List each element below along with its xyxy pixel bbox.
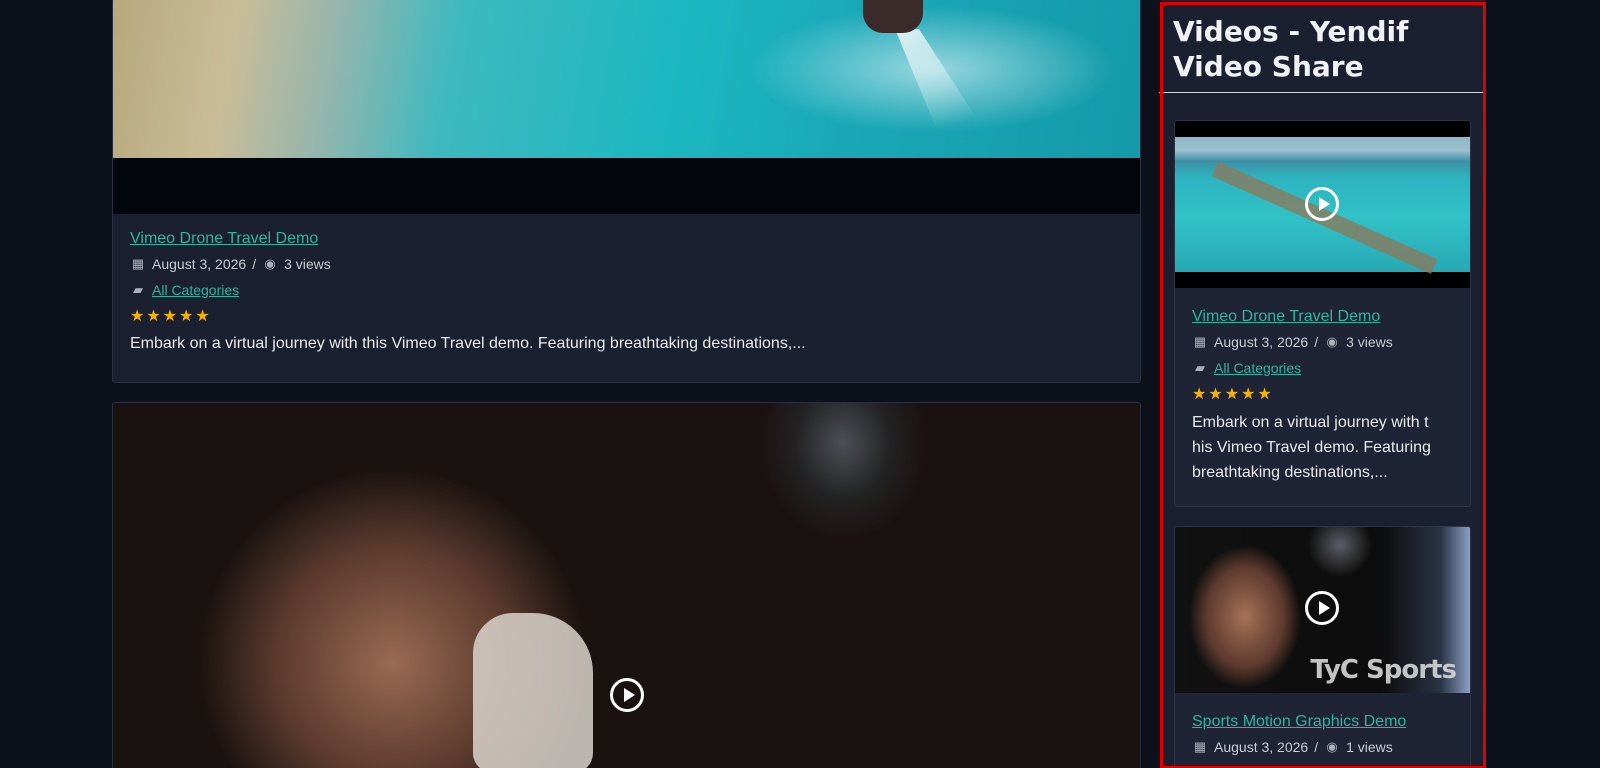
- video-title-link[interactable]: Vimeo Drone Travel Demo: [130, 230, 318, 248]
- sidebar-title-divider: [1159, 92, 1485, 93]
- play-icon[interactable]: [610, 678, 644, 712]
- play-icon[interactable]: [1305, 591, 1339, 625]
- sidebar-video-title-link[interactable]: Vimeo Drone Travel Demo: [1192, 308, 1380, 326]
- category-link[interactable]: All Categories: [152, 282, 239, 298]
- calendar-icon: ▦: [131, 256, 145, 271]
- boat-graphic: [863, 0, 923, 33]
- video-meta: ▦ August 3, 2026 / ◉ 3 views: [130, 254, 1123, 274]
- calendar-icon: ▦: [1193, 334, 1207, 349]
- sidebar-module-title: Videos - Yendif Video Share: [1173, 15, 1409, 83]
- eye-icon: ◉: [1326, 739, 1338, 754]
- video-description: Embark on a virtual journey with this Vi…: [130, 335, 806, 352]
- sidebar-video-card: Vimeo Drone Travel Demo ▦ August 3, 2026…: [1174, 120, 1471, 507]
- video-thumbnail[interactable]: [113, 0, 1140, 214]
- video-category-row: ▰ All Categories: [1192, 358, 1453, 378]
- video-card: [112, 402, 1141, 768]
- rating-stars: ★★★★★: [130, 308, 212, 325]
- tyc-sports-watermark: TyC Sports: [1310, 655, 1457, 685]
- meta-separator: /: [1314, 334, 1319, 350]
- sidebar-video-body: Sports Motion Graphics Demo ▦ August 3, …: [1175, 693, 1470, 757]
- video-letterbox-bar: [113, 158, 1140, 214]
- meta-separator: /: [252, 256, 257, 272]
- sidebar-video-card: TyC Sports Sports Motion Graphics Demo ▦…: [1174, 526, 1471, 768]
- rating-stars: ★★★★★: [1192, 386, 1274, 403]
- calendar-icon: ▦: [1193, 739, 1207, 754]
- video-card: Vimeo Drone Travel Demo ▦ August 3, 2026…: [112, 0, 1141, 383]
- sidebar-video-body: Vimeo Drone Travel Demo ▦ August 3, 2026…: [1175, 288, 1470, 485]
- video-card-body: Vimeo Drone Travel Demo ▦ August 3, 2026…: [113, 214, 1140, 356]
- eye-icon: ◉: [1326, 334, 1338, 349]
- video-date: August 3, 2026: [152, 256, 247, 272]
- video-thumbnail[interactable]: [113, 403, 1140, 768]
- boxer-hand-wrap-graphic: [473, 613, 593, 768]
- page: Vimeo Drone Travel Demo ▦ August 3, 2026…: [0, 0, 1600, 768]
- folder-icon: ▰: [1195, 360, 1205, 375]
- play-icon[interactable]: [1305, 187, 1339, 221]
- sidebar-video-thumbnail[interactable]: TyC Sports: [1175, 527, 1470, 693]
- folder-icon: ▰: [133, 282, 143, 297]
- video-description: Embark on a virtual journey with t his V…: [1192, 414, 1431, 481]
- sidebar-video-thumbnail[interactable]: [1175, 121, 1470, 288]
- video-meta: ▦ August 3, 2026 / ◉ 1 views: [1192, 737, 1453, 757]
- sidebar-video-title-link[interactable]: Sports Motion Graphics Demo: [1192, 713, 1406, 731]
- video-meta: ▦ August 3, 2026 / ◉ 3 views: [1192, 332, 1453, 352]
- eye-icon: ◉: [264, 256, 276, 271]
- video-date: August 3, 2026: [1214, 334, 1309, 350]
- video-views: 1 views: [1346, 739, 1393, 755]
- category-link[interactable]: All Categories: [1214, 360, 1301, 376]
- video-views: 3 views: [1346, 334, 1393, 350]
- video-date: August 3, 2026: [1214, 739, 1309, 755]
- video-category-row: ▰ All Categories: [130, 280, 1123, 300]
- video-views: 3 views: [284, 256, 331, 272]
- meta-separator: /: [1314, 739, 1319, 755]
